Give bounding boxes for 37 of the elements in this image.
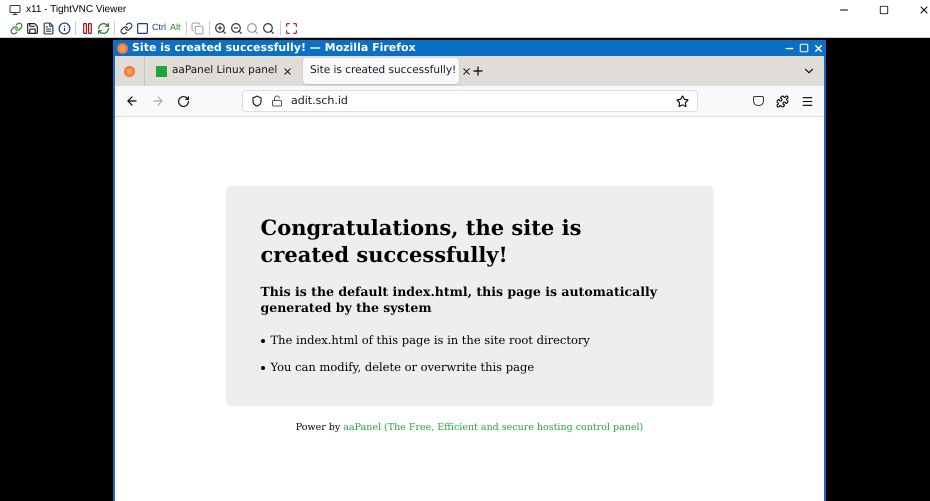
page-subheading: This is the default index.html, this page is automatically generated by the system	[260, 284, 658, 316]
extensions-icon[interactable]	[776, 94, 789, 108]
lock-icon	[271, 95, 283, 107]
close-tab-icon[interactable]	[282, 66, 294, 76]
reload-icon[interactable]	[177, 94, 190, 108]
bullet-icon	[260, 366, 264, 370]
refresh-icon[interactable]	[95, 20, 111, 36]
app-icon	[9, 4, 21, 16]
bookmark-star-icon[interactable]	[676, 94, 689, 108]
bullet-text: The index.html of this page is in the site root directory	[270, 332, 590, 349]
window-title: x11 - TightVNC Viewer	[26, 3, 126, 17]
shield-icon	[251, 95, 263, 107]
zoom-fit-icon[interactable]	[260, 20, 277, 36]
connection-icon[interactable]	[8, 20, 24, 36]
tab-favicon-icon	[156, 66, 167, 76]
key-button[interactable]: Alt	[168, 21, 183, 35]
menu-icon[interactable]	[801, 94, 814, 108]
fullscreen-icon[interactable]	[284, 20, 300, 36]
footer-text: Power by	[296, 421, 340, 435]
close-icon[interactable]	[918, 4, 930, 16]
zoom-out-icon[interactable]	[228, 20, 245, 36]
close-tab-icon[interactable]	[461, 66, 472, 76]
page-heading: Congratulations, the site is created successfully!	[260, 214, 582, 268]
zoom-in-icon[interactable]	[212, 20, 229, 36]
key-button[interactable]: Ctrl	[150, 21, 168, 35]
link-icon[interactable]	[118, 20, 134, 36]
info-icon[interactable]	[56, 20, 72, 36]
address-bar[interactable]: adit.sch.id	[242, 90, 698, 112]
new-tab-icon[interactable]	[471, 64, 485, 78]
maximize-icon[interactable]	[879, 4, 889, 14]
save-icon[interactable]	[24, 20, 40, 36]
browser-title: Site is created successfully! — Mozilla Firefox	[132, 40, 416, 56]
bullet-text: You can modify, delete or overwrite this page	[270, 359, 534, 376]
browser-tab[interactable]: aaPanel Linux panel	[149, 58, 299, 84]
back-icon[interactable]	[125, 94, 139, 108]
bullet-icon	[260, 338, 264, 343]
firefox-icon	[117, 42, 128, 54]
